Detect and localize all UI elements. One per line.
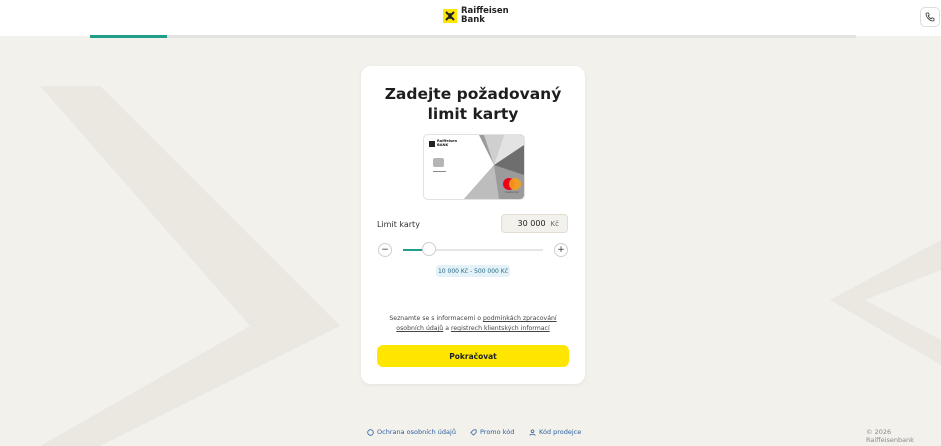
plus-icon: + xyxy=(557,244,565,255)
footer-link-promo-code-label: Promo kód xyxy=(480,428,515,436)
client-registers-link[interactable]: registrech klientských informací xyxy=(451,325,550,332)
card-contactless-line xyxy=(433,171,446,172)
page-title: Zadejte požadovaný limit karty xyxy=(361,84,585,124)
header: Raiffeisen Bank xyxy=(0,0,941,36)
page-title-line1: Zadejte požadovaný xyxy=(384,85,562,103)
copyright-text: © 2026 Raiffeisenbank xyxy=(866,428,914,444)
card-bank-logo: Raiffeisen BANK xyxy=(429,139,457,147)
consent-text: Seznamte se s informacemi o podmínkách z… xyxy=(377,314,569,334)
raiffeisen-logo-text: Raiffeisen Bank xyxy=(461,7,509,24)
credit-card-image: Raiffeisen BANK mastercard xyxy=(423,134,525,200)
progress-bar xyxy=(90,35,856,38)
limit-input[interactable]: 30 000 Kč xyxy=(501,214,568,233)
tag-icon xyxy=(470,428,477,436)
mastercard-label: mastercard xyxy=(504,191,520,194)
limit-card-panel: Zadejte požadovaný limit karty Raiffeise… xyxy=(361,66,585,384)
footer-link-privacy-label: Ochrana osobních údajů xyxy=(377,428,456,436)
footer-link-privacy[interactable]: Ochrana osobních údajů xyxy=(367,428,456,436)
minus-icon: − xyxy=(381,244,389,255)
raiffeisen-logo-mark-icon xyxy=(443,8,457,23)
background-chevron-right xyxy=(830,240,941,365)
phone-icon xyxy=(925,12,935,22)
increase-limit-button[interactable]: + xyxy=(554,243,568,257)
limit-range-badge: 10 000 Kč - 500 000 Kč xyxy=(436,265,510,277)
mastercard-logo-icon xyxy=(503,178,521,190)
logo-text-line2: Bank xyxy=(461,14,485,25)
user-icon xyxy=(529,428,536,436)
consent-text-part2: a xyxy=(443,325,451,332)
page-title-line2: limit karty xyxy=(427,105,519,123)
footer-link-promo-code[interactable]: Promo kód xyxy=(470,428,514,436)
continue-button[interactable]: Pokračovat xyxy=(377,345,569,367)
consent-text-part1: Seznamte se s informacemi o xyxy=(389,315,483,322)
footer-link-seller-code[interactable]: Kód prodejce xyxy=(529,428,581,436)
footer-link-seller-code-label: Kód prodejce xyxy=(539,428,582,436)
progress-bar-fill xyxy=(90,35,167,38)
card-logo-mark-icon xyxy=(429,140,435,147)
limit-label: Limit karty xyxy=(377,220,420,229)
limit-currency: Kč xyxy=(550,219,559,228)
background-chevron-left xyxy=(40,86,340,446)
limit-slider-handle[interactable] xyxy=(422,242,436,256)
raiffeisen-logo[interactable]: Raiffeisen Bank xyxy=(443,7,509,24)
card-logo-text: Raiffeisen BANK xyxy=(437,139,457,147)
decrease-limit-button[interactable]: − xyxy=(378,243,392,257)
limit-input-value: 30 000 xyxy=(517,219,546,228)
shield-icon xyxy=(367,428,374,436)
phone-button[interactable] xyxy=(920,7,940,27)
card-chip-icon xyxy=(433,158,444,167)
card-logo-line2: BANK xyxy=(437,142,449,147)
